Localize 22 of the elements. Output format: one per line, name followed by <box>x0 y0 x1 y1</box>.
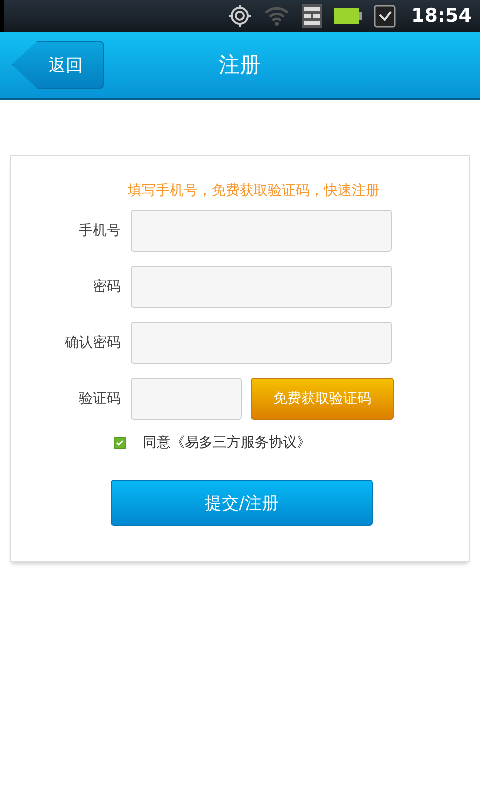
input-field[interactable] <box>131 322 392 364</box>
agreement-checkbox[interactable] <box>114 437 126 449</box>
input-field[interactable] <box>131 378 242 420</box>
back-button[interactable]: 返回 <box>12 41 104 89</box>
input-field[interactable] <box>131 266 392 308</box>
clipboard-check-icon <box>374 4 396 28</box>
status-time: 18:54 <box>412 5 472 27</box>
signal-icon <box>302 4 322 28</box>
input-field[interactable] <box>131 210 392 252</box>
get-code-button[interactable]: 免费获取验证码 <box>251 378 394 420</box>
wifi-icon <box>264 6 290 26</box>
page-title: 注册 <box>219 52 261 79</box>
battery-icon <box>334 8 362 24</box>
field-label: 手机号 <box>78 222 122 240</box>
agreement-text: 同意《易多三方服务协议》 <box>143 434 311 452</box>
form-hint: 填写手机号，免费获取验证码，快速注册 <box>127 182 381 200</box>
checkmark-icon <box>115 438 125 448</box>
field-label: 密码 <box>92 278 122 296</box>
location-icon <box>228 4 252 28</box>
submit-button[interactable]: 提交/注册 <box>111 480 373 526</box>
field-label: 确认密码 <box>64 334 122 352</box>
field-label: 验证码 <box>78 390 122 408</box>
